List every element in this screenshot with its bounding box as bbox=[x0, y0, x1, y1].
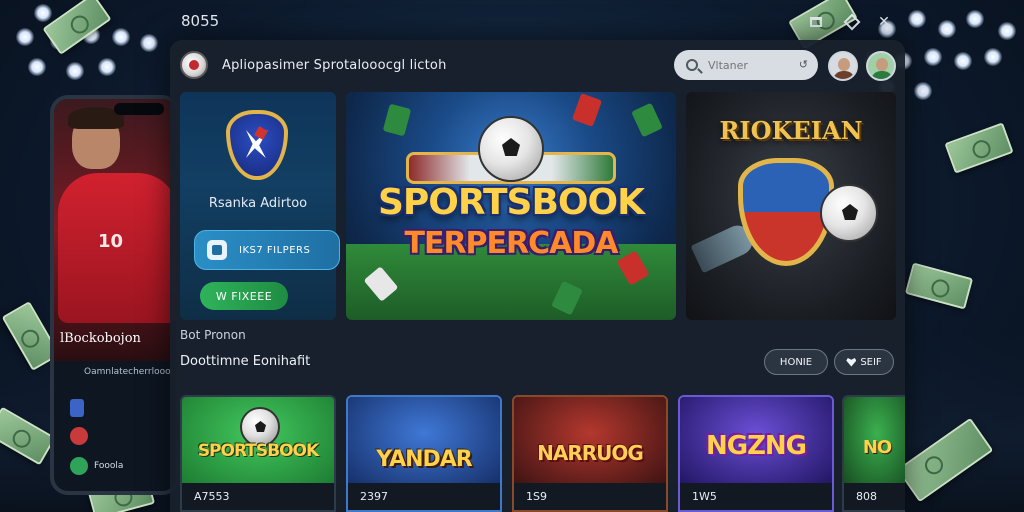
game-card-value: 808 bbox=[844, 483, 905, 510]
money-bill-decoration bbox=[904, 262, 974, 310]
phone-title: lBockobojon bbox=[60, 331, 141, 346]
window-header: Apliopasimer Sprotalooocgl lictoh ↺ bbox=[170, 40, 905, 92]
game-card-title: YANDAR bbox=[376, 447, 473, 472]
game-card-title: SPORTSBOOK bbox=[197, 441, 319, 461]
phone-hero-image: 10 bbox=[54, 99, 176, 361]
card-decoration bbox=[382, 103, 412, 137]
card-decoration bbox=[631, 102, 663, 138]
close-icon: ✕ bbox=[878, 14, 890, 30]
game-card-value: 2397 bbox=[348, 483, 500, 510]
phone-mockup: 10 lBockobojon Oamnlatecherrlooo Fooola bbox=[50, 95, 180, 495]
user-avatar[interactable] bbox=[828, 51, 858, 81]
jersey-number: 10 bbox=[98, 231, 124, 252]
phone-row-item[interactable] bbox=[70, 427, 88, 445]
game-card[interactable]: NARRUOG 1S9 bbox=[512, 395, 668, 512]
filter-icon bbox=[207, 240, 227, 260]
section-label: Bot Pronon bbox=[180, 328, 246, 342]
phone-row-flag[interactable] bbox=[70, 399, 84, 417]
game-card-title: NARRUOG bbox=[537, 441, 644, 465]
card-decoration bbox=[571, 93, 603, 127]
search-icon bbox=[686, 59, 698, 71]
game-card-title: NO bbox=[862, 437, 892, 458]
promo-banner[interactable]: RIOKEIAN bbox=[686, 92, 896, 320]
game-card-value: 1W5 bbox=[680, 483, 832, 510]
phone-row-label: Fooola bbox=[94, 461, 124, 471]
side-panel-label: Rsanka Adirtoo bbox=[208, 196, 308, 211]
filters-button-label: IKS7 FILPERS bbox=[239, 244, 311, 256]
promo-title: RIOKEIAN bbox=[719, 116, 863, 145]
game-card-art bbox=[348, 397, 500, 487]
main-window: Apliopasimer Sprotalooocgl lictoh ↺ Rsan… bbox=[170, 40, 905, 512]
shield-logo-icon bbox=[226, 110, 288, 180]
money-bill-decoration bbox=[944, 122, 1014, 174]
game-card-title: NGZNG bbox=[705, 431, 807, 461]
search-input[interactable] bbox=[708, 58, 788, 72]
favorites-chip[interactable]: SEIF bbox=[834, 349, 894, 375]
app-title: Apliopasimer Sprotalooocgl lictoh bbox=[222, 58, 447, 73]
hero-title: SPORTSBOOK bbox=[377, 182, 645, 223]
window-number: 8055 bbox=[181, 12, 220, 30]
heart-icon bbox=[846, 357, 857, 367]
soccer-ball-icon bbox=[820, 184, 878, 242]
minimize-button[interactable] bbox=[806, 12, 826, 32]
game-card[interactable]: YANDAR 2397 bbox=[346, 395, 502, 512]
filters-button[interactable]: IKS7 FILPERS bbox=[194, 230, 340, 270]
favorites-chip-label: SEIF bbox=[860, 356, 882, 368]
green-action-button[interactable]: W FIXEEE bbox=[200, 282, 288, 310]
app-logo-icon[interactable] bbox=[180, 51, 208, 79]
hero-banner[interactable]: SPORTSBOOK TERPERCADA bbox=[346, 92, 676, 320]
phone-row-item[interactable]: Fooola bbox=[70, 457, 123, 475]
section-title: Doottimne Eonihafit bbox=[180, 354, 311, 369]
maximize-button[interactable] bbox=[842, 12, 862, 32]
phone-subtitle: Oamnlatecherrlooo bbox=[84, 367, 171, 377]
hero-subtitle: TERPERCADA bbox=[404, 226, 619, 261]
game-card[interactable]: NO 808 bbox=[842, 395, 905, 512]
soccer-ball-icon bbox=[478, 116, 544, 182]
game-card[interactable]: NGZNG 1W5 bbox=[678, 395, 834, 512]
user-avatar-secondary[interactable] bbox=[866, 51, 896, 81]
home-filter-chip[interactable]: HONIE bbox=[764, 349, 828, 375]
side-panel: Rsanka Adirtoo IKS7 FILPERS W FIXEEE bbox=[180, 92, 340, 320]
game-card-value: A7553 bbox=[182, 483, 334, 510]
phone-notch bbox=[114, 103, 164, 115]
search-bar[interactable]: ↺ bbox=[674, 50, 818, 80]
clear-search-icon[interactable]: ↺ bbox=[799, 58, 808, 71]
close-button[interactable]: ✕ bbox=[874, 12, 894, 32]
game-card-value: 1S9 bbox=[514, 483, 666, 510]
game-card[interactable]: SPORTSBOOK A7553 bbox=[180, 395, 336, 512]
